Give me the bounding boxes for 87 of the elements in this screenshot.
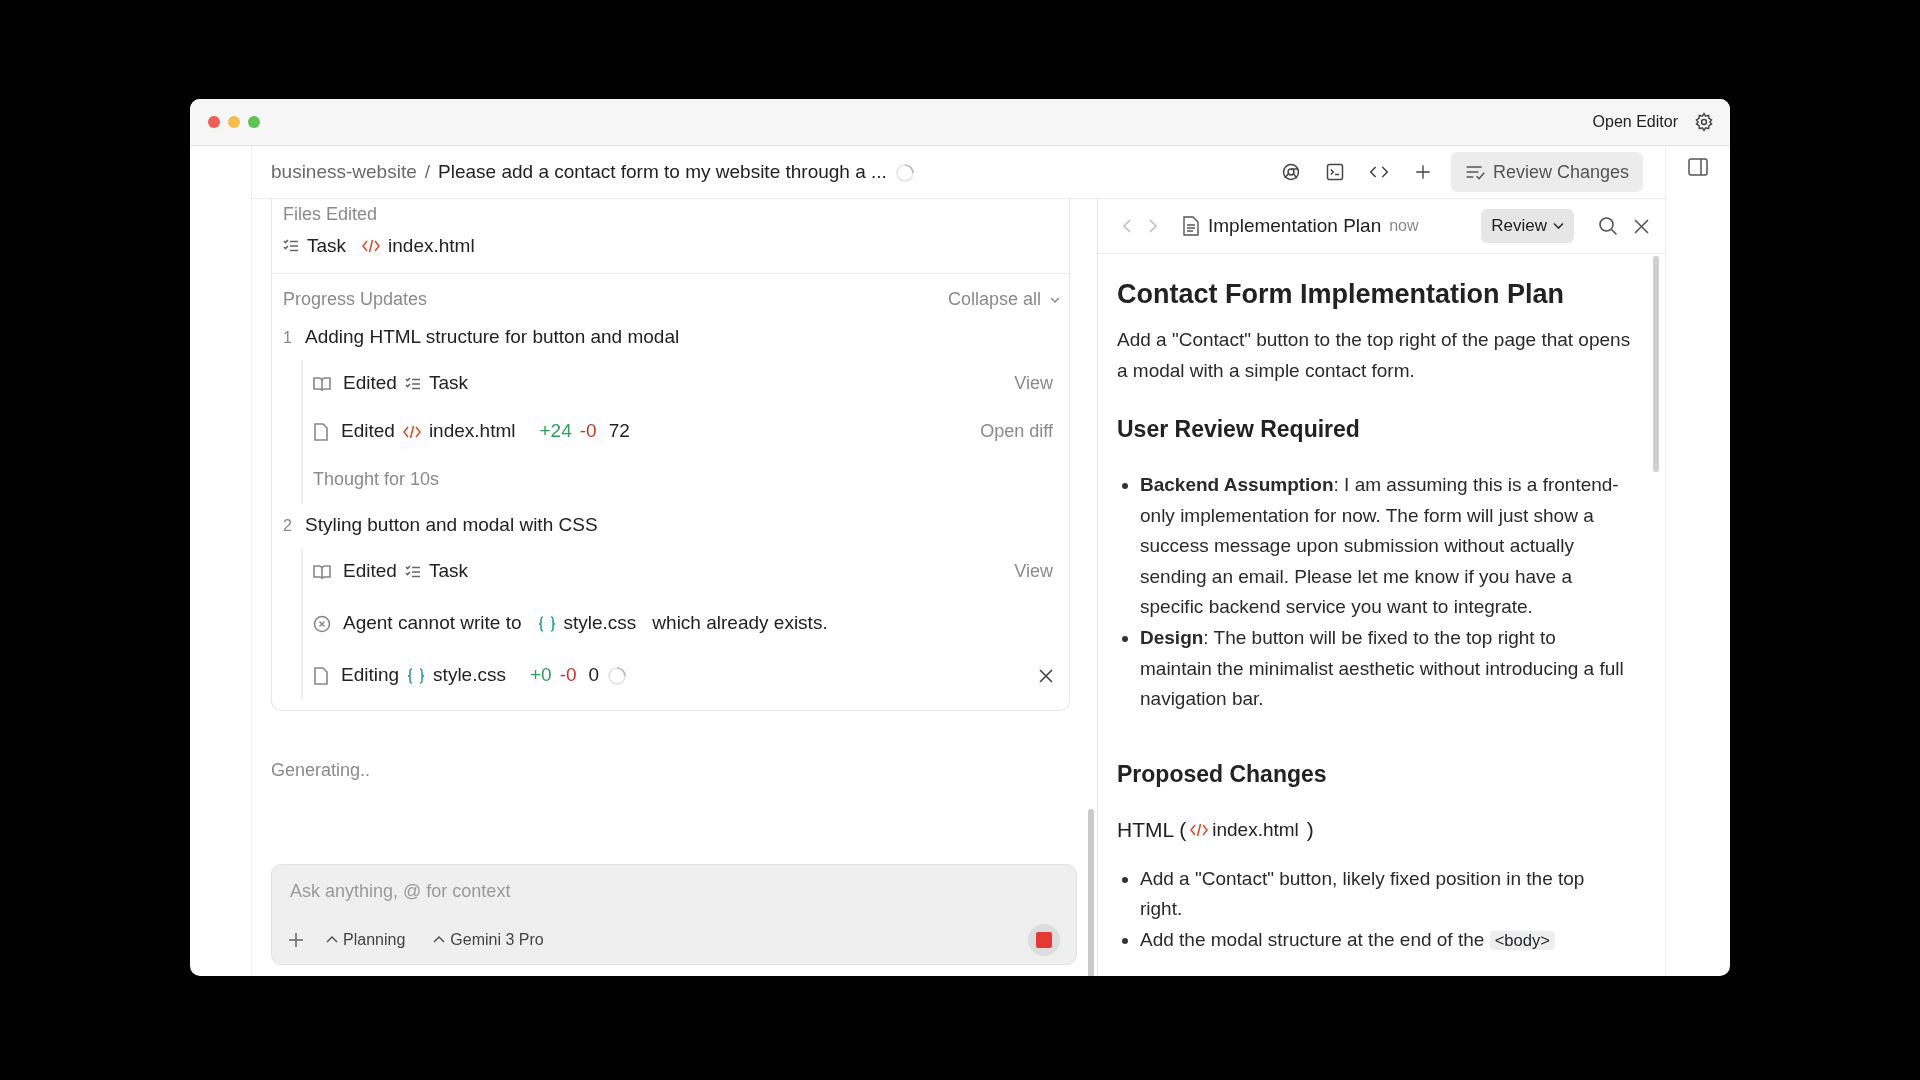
code-icon [362, 239, 381, 254]
code-snippet: <body> [1489, 931, 1556, 950]
step-title: Adding HTML structure for button and modal [305, 325, 680, 350]
bullet-icon [1122, 635, 1128, 642]
step-number: 2 [283, 515, 293, 536]
list-item-text: Backend Assumption: I am assuming this is a frontend-only implementation for now. The form will just show a success message upon submission without actually sending an email. Please let me know if you have a specific backend service you want to integrate. [1140, 473, 1620, 620]
line-count: 72 [608, 419, 630, 444]
search-icon[interactable] [1598, 216, 1618, 236]
chat-input-field[interactable]: Ask anything, @ for context Planning Gemini 3 Pro [271, 864, 1077, 965]
file-link[interactable]: style.css [563, 609, 637, 638]
braces-icon [407, 667, 426, 684]
thought-duration: Thought for 10s [313, 468, 440, 491]
step-number: 1 [283, 327, 293, 348]
bullet-icon [1122, 483, 1128, 489]
chevron-down-icon [1553, 222, 1564, 230]
step-title: Styling button and modal with CSS [305, 513, 598, 538]
timestamp: now [1389, 216, 1419, 236]
view-link[interactable]: View [1014, 558, 1053, 585]
list-check-icon [1464, 163, 1485, 181]
file-link[interactable]: index.html [1212, 815, 1299, 845]
project-breadcrumb-link[interactable]: business-website [271, 157, 417, 187]
checklist-icon [404, 376, 421, 391]
bullet-icon [1122, 876, 1128, 883]
lines-added-count: +0 [529, 663, 552, 688]
book-icon [313, 563, 331, 580]
window-zoom-button[interactable] [248, 116, 260, 128]
close-icon[interactable] [1634, 218, 1649, 234]
model-dropdown[interactable]: Gemini 3 Pro [427, 928, 550, 952]
lines-added-count: +24 [539, 419, 572, 444]
book-icon [313, 375, 331, 392]
window-close-button[interactable] [208, 116, 220, 128]
checklist-icon [283, 239, 299, 254]
subsection-heading: ) [1306, 817, 1314, 844]
file-icon [313, 422, 329, 441]
code-icon [402, 424, 421, 439]
section-heading: User Review Required [1117, 416, 1361, 444]
review-dropdown[interactable]: Review [1481, 209, 1574, 243]
list-item-text: Design: The button will be fixed to the top right to maintain the minimalist aesthetic without introducing a full navigation bar. [1140, 625, 1625, 712]
add-icon[interactable] [288, 932, 304, 948]
edit-status-label: Editing [341, 663, 400, 688]
generating-status: Generating.. [271, 758, 372, 782]
stop-button[interactable] [1028, 924, 1060, 956]
document-title: Implementation Plan [1208, 213, 1382, 238]
task-file-link[interactable]: Task [307, 232, 347, 261]
document-icon [1182, 216, 1200, 236]
loading-spinner-icon [894, 162, 915, 183]
error-message: Agent cannot write to [343, 611, 522, 636]
scrollbar[interactable] [1088, 809, 1094, 976]
document-heading: Contact Form Implementation Plan [1117, 278, 1566, 311]
close-icon[interactable] [1039, 668, 1053, 683]
checklist-icon [404, 564, 421, 579]
line-count: 0 [588, 663, 600, 688]
edit-status-label: Edited [341, 419, 395, 444]
caret-up-icon [326, 935, 338, 945]
edit-status-label: Edited [343, 559, 397, 584]
collapse-all-button[interactable]: Collapse all [947, 286, 1061, 313]
lines-removed-count: -0 [559, 663, 577, 688]
file-link[interactable]: style.css [433, 661, 506, 690]
section-heading: Proposed Changes [1117, 760, 1328, 789]
mode-dropdown[interactable]: Planning [320, 928, 412, 952]
error-icon [313, 614, 331, 633]
review-changes-button[interactable]: Review Changes [1450, 152, 1643, 192]
section-heading: Files Edited [283, 203, 379, 226]
list-item-text: Add a "Contact" button, likely fixed position in the top right. [1140, 866, 1586, 922]
task-file-link[interactable]: Task [428, 369, 468, 398]
error-message: which already exists. [652, 611, 828, 636]
view-link[interactable]: View [1014, 370, 1053, 397]
open-editor-button[interactable]: Open Editor [1592, 110, 1678, 134]
file-link[interactable]: index.html [388, 232, 475, 261]
task-file-link[interactable]: Task [428, 557, 468, 586]
scrollbar[interactable] [1653, 256, 1659, 472]
paragraph: Add a "Contact" button to the top right of the page that opens a modal with a simple contact form. [1117, 328, 1631, 384]
subsection-heading: HTML ( [1117, 817, 1187, 844]
file-link[interactable]: index.html [428, 417, 516, 446]
braces-icon [537, 615, 556, 632]
conversation-title: Please add a contact form to my website through a ... [438, 159, 887, 184]
code-icon [1190, 823, 1209, 838]
list-item-text: Add the modal structure at the end of the [1140, 929, 1485, 950]
bullet-icon [1122, 938, 1128, 944]
section-heading: Progress Updates [283, 288, 428, 311]
settings-icon[interactable] [1694, 112, 1714, 132]
breadcrumb-separator: / [424, 159, 431, 184]
sidebar-toggle-icon[interactable] [1688, 158, 1708, 176]
edit-status-label: Edited [343, 371, 397, 396]
file-icon [313, 666, 329, 685]
caret-up-icon [433, 935, 446, 945]
lines-removed-count: -0 [579, 419, 597, 444]
